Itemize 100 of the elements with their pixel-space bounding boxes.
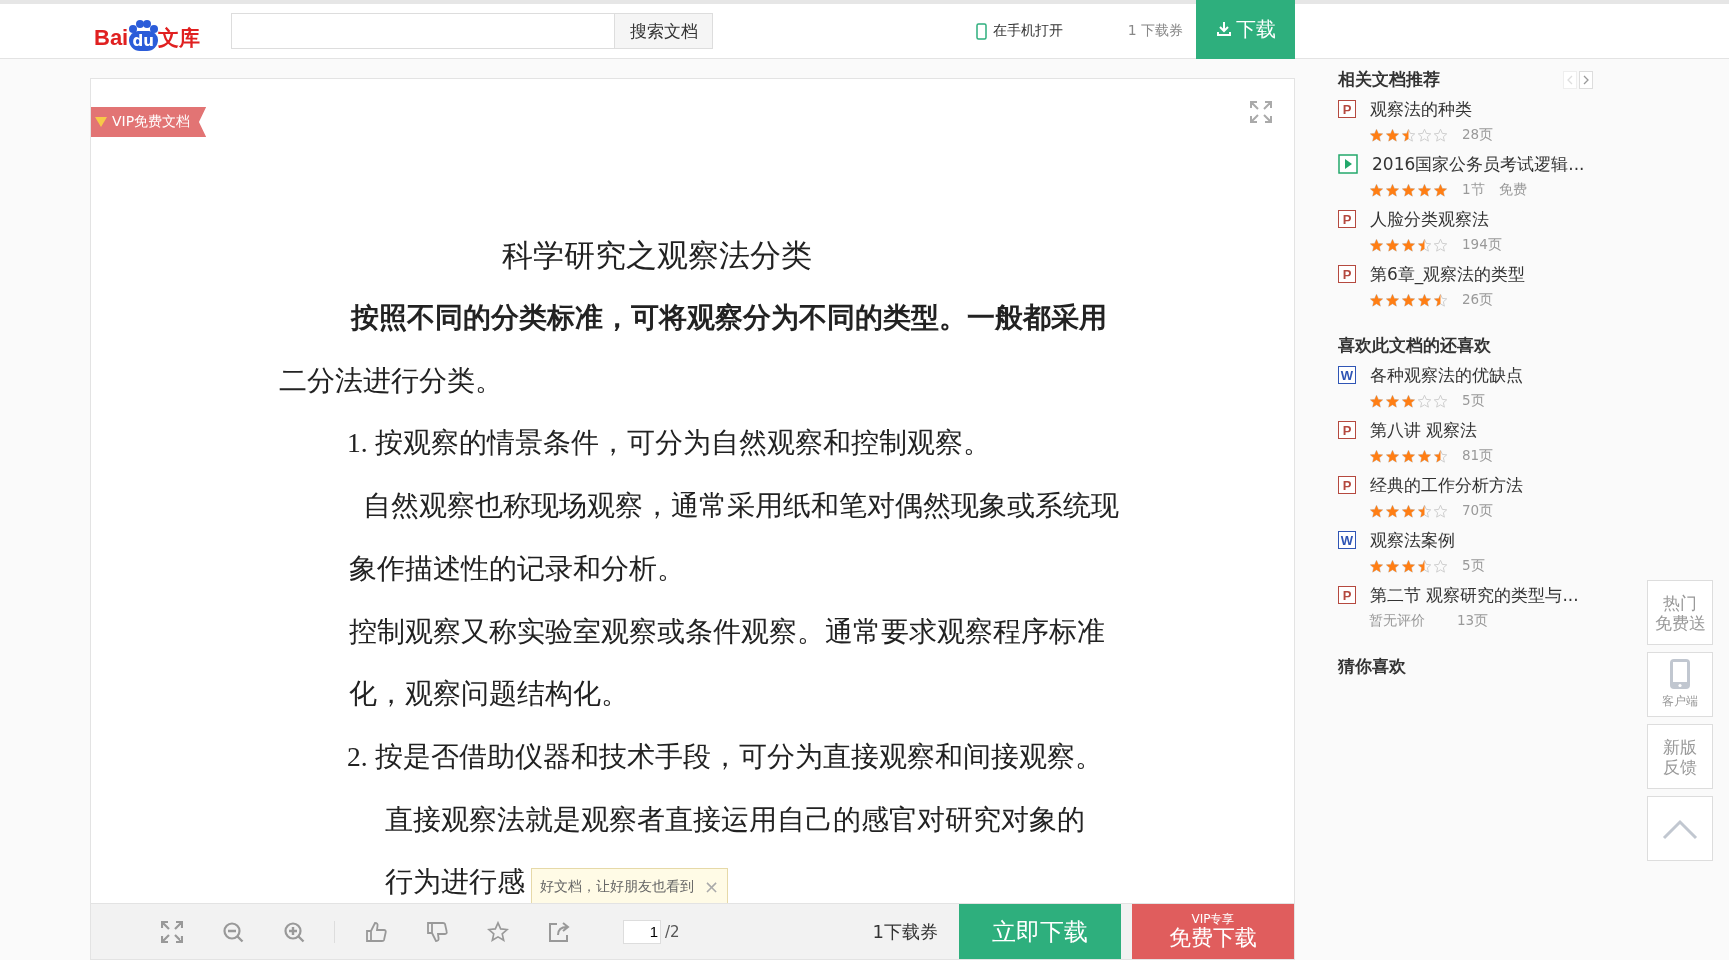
next-icon[interactable]	[1579, 71, 1593, 89]
star-icon	[1433, 237, 1448, 253]
back-to-top-button[interactable]	[1647, 796, 1713, 861]
play-file-icon	[1338, 154, 1358, 174]
star-icon	[1401, 237, 1416, 253]
document-link[interactable]: 各种观察法的优缺点	[1370, 363, 1523, 387]
document-text: 1. 按观察的情景条件，可分为自然观察和控制观察。	[347, 427, 991, 459]
thumbs-down-icon[interactable]	[426, 920, 448, 943]
star-icon[interactable]	[487, 920, 509, 943]
document-text: 2. 按是否借助仪器和技术手段，可分为直接观察和间接观察。	[347, 740, 1103, 772]
star-icon	[1417, 237, 1432, 253]
document-text: 化，观察问题结构化。	[349, 678, 629, 710]
document-text: 自然观察也称现场观察，通常采用纸和笔对偶然现象或系统现	[363, 490, 1119, 522]
file-type-icon: W	[1338, 531, 1356, 549]
zoom-in-icon[interactable]	[283, 920, 305, 943]
document-link[interactable]: 第二节 观察研究的类型与...	[1370, 583, 1579, 607]
document-text: 象作描述性的记录和分析。	[349, 552, 685, 584]
no-rating-label: 暂无评价	[1369, 612, 1425, 630]
star-icon	[1369, 448, 1384, 464]
document-link[interactable]: 观察法案例	[1370, 528, 1455, 552]
star-icon	[1385, 182, 1400, 198]
star-icon	[1433, 503, 1448, 519]
search-field[interactable]	[231, 13, 615, 49]
document-text: 按照不同的分类标准，可将观察分为不同的类型。一般都采用	[351, 302, 1107, 333]
star-icon	[1417, 182, 1432, 198]
star-icon	[1417, 393, 1432, 409]
star-icon	[1385, 237, 1400, 253]
star-icon	[1433, 292, 1448, 308]
search-button[interactable]: 搜索文档	[615, 13, 713, 49]
star-icon	[1417, 558, 1432, 574]
file-type-icon: P	[1338, 265, 1356, 283]
star-icon	[1401, 182, 1416, 198]
star-icon	[1369, 237, 1384, 253]
share-icon[interactable]	[548, 920, 570, 943]
star-icon	[1433, 182, 1448, 198]
star-icon	[1369, 503, 1384, 519]
document-link[interactable]: 第6章_观察法的类型	[1370, 262, 1526, 286]
open-on-phone-link[interactable]: 在手机打开	[975, 22, 1063, 40]
caret-up-icon	[1662, 817, 1698, 840]
phone-icon	[1670, 659, 1690, 689]
tooltip-text: 好文档，让好朋友也看到	[540, 877, 694, 896]
star-icon	[1369, 292, 1384, 308]
star-icon	[1369, 558, 1384, 574]
document-text: 二分法进行分类。	[279, 364, 503, 396]
document-meta: 70页	[1462, 502, 1494, 520]
zoom-out-icon[interactable]	[222, 920, 244, 943]
star-icon	[1417, 292, 1432, 308]
star-icon	[1401, 127, 1416, 143]
section-heading: 相关文档推荐	[1338, 69, 1440, 91]
document-meta: 81页	[1462, 447, 1494, 465]
star-icon	[1433, 127, 1448, 143]
star-icon	[1385, 558, 1400, 574]
star-icon	[1369, 393, 1384, 409]
page-number-field[interactable]: 1	[623, 919, 661, 944]
section-heading: 猜你喜欢	[1338, 656, 1406, 678]
document-meta: 26页	[1462, 291, 1494, 309]
document-link[interactable]: 经典的工作分析方法	[1370, 473, 1523, 497]
fullscreen-icon[interactable]	[161, 920, 183, 943]
star-icon	[1385, 503, 1400, 519]
star-icon	[1369, 127, 1384, 143]
star-icon	[1385, 393, 1400, 409]
section-heading: 喜欢此文档的还喜欢	[1338, 335, 1491, 357]
previous-icon[interactable]	[1563, 71, 1577, 89]
star-icon	[1401, 448, 1416, 464]
logo[interactable]: Bai du 文库	[94, 11, 216, 51]
document-link[interactable]: 观察法的种类	[1370, 97, 1472, 121]
document-text: 行为进行感	[385, 866, 525, 898]
vip-free-download-button[interactable]: VIP专享 免费下载	[1132, 904, 1294, 959]
document-meta: 13页	[1457, 612, 1489, 630]
file-type-icon: W	[1338, 366, 1356, 384]
star-icon	[1417, 503, 1432, 519]
file-type-icon: P	[1338, 476, 1356, 494]
document-meta: 5页	[1462, 557, 1485, 575]
document-meta: 28页	[1462, 126, 1494, 144]
star-icon	[1433, 393, 1448, 409]
vip-badge: VIP免费文档	[91, 107, 207, 137]
star-icon	[1433, 448, 1448, 464]
star-icon	[1401, 393, 1416, 409]
document-link[interactable]: 人脸分类观察法	[1370, 207, 1489, 231]
document-meta: 免费	[1498, 181, 1527, 199]
star-icon	[1369, 182, 1384, 198]
file-type-icon: P	[1338, 586, 1356, 604]
coupon-count: 1下载券	[872, 919, 938, 944]
star-icon	[1385, 292, 1400, 308]
thumbs-up-icon[interactable]	[365, 920, 387, 943]
document-link[interactable]: 2016国家公务员考试逻辑...	[1372, 152, 1585, 176]
star-icon	[1385, 127, 1400, 143]
page-total: /2	[665, 922, 680, 941]
star-icon	[1433, 558, 1448, 574]
document-link[interactable]: 第八讲 观察法	[1370, 418, 1478, 442]
star-icon	[1401, 503, 1416, 519]
star-icon	[1385, 448, 1400, 464]
fullscreen-icon[interactable]	[1250, 101, 1272, 123]
file-type-icon: P	[1338, 100, 1356, 118]
document-meta: 1节	[1462, 181, 1485, 199]
document-title: 科学研究之观察法分类	[501, 237, 813, 275]
download-icon	[1215, 21, 1232, 37]
file-type-icon: P	[1338, 421, 1356, 439]
document-text: 直接观察法就是观察者直接运用自己的感官对研究对象的	[385, 803, 1085, 835]
coupon-count: 1 下载券	[1127, 22, 1183, 40]
